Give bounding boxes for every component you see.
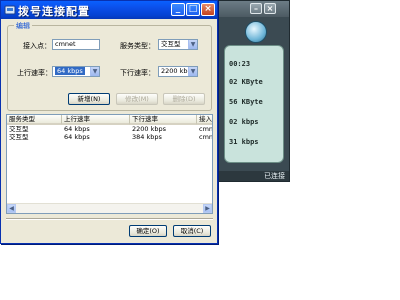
bg-close-button[interactable]: × xyxy=(264,3,276,14)
table-cell: cmnet xyxy=(199,126,213,133)
close-icon: × xyxy=(204,4,212,14)
upload-rate-label: 上行速率： xyxy=(17,69,52,77)
dialog-title: 拨号连接配置 xyxy=(18,5,90,18)
table-cell: 交互型 xyxy=(9,134,29,141)
delete-button[interactable]: 删除(D) xyxy=(163,93,205,105)
access-point-label: 接入点： xyxy=(23,42,51,50)
close-icon: × xyxy=(266,4,274,13)
minimize-icon: – xyxy=(254,4,258,13)
service-type-label: 服务类型： xyxy=(120,42,155,50)
table-header-upload-rate[interactable]: 上行速率 xyxy=(62,115,130,125)
access-point-input[interactable]: cmnet xyxy=(52,39,100,50)
table-header-download-rate[interactable]: 下行速率 xyxy=(130,115,197,125)
table-cell: 2200 kbps xyxy=(132,126,167,133)
service-type-select[interactable]: 交互型 ▼ xyxy=(158,39,198,50)
table-cell: 交互型 xyxy=(9,126,29,133)
add-button[interactable]: 新增(N) xyxy=(68,93,110,105)
table-header-access-point[interactable]: 接入点 xyxy=(197,115,212,125)
modify-button[interactable]: 修改(M) xyxy=(116,93,158,105)
divider xyxy=(6,218,213,220)
upload-rate-select[interactable]: 64 kbps ▼ xyxy=(52,66,100,77)
titlebar[interactable]: 拨号连接配置 _ □ × xyxy=(1,1,217,19)
search-icon[interactable] xyxy=(245,21,267,43)
scroll-left-icon[interactable]: ◀ xyxy=(7,204,16,213)
stats-row: 31 kbps xyxy=(229,138,259,146)
maximize-button[interactable]: □ xyxy=(186,3,200,16)
connection-timer: 00:23 xyxy=(229,60,251,68)
edit-group-label: 编辑 xyxy=(14,21,32,31)
table-cell: 64 kbps xyxy=(64,126,90,133)
table-header-service-type[interactable]: 服务类型 xyxy=(7,115,62,125)
download-rate-select[interactable]: 2200 kbps ▼ xyxy=(158,66,198,77)
background-titlebar: – × xyxy=(219,1,289,17)
close-button[interactable]: × xyxy=(201,3,215,16)
table-cell: 384 kbps xyxy=(132,134,162,141)
cancel-button[interactable]: 取消(C) xyxy=(173,225,211,237)
connection-stats-panel: 00:23 02 KByte 56 KByte 02 kbps 31 kbps xyxy=(224,45,284,163)
table-cell: 64 kbps xyxy=(64,134,90,141)
maximize-icon: □ xyxy=(188,4,198,14)
table-cell: cmnet xyxy=(199,134,213,141)
service-type-value: 交互型 xyxy=(161,40,181,48)
background-dialer-window: – × 00:23 02 KByte 56 KByte 02 kbps 31 k… xyxy=(218,0,290,182)
minimize-icon: _ xyxy=(175,4,181,14)
stats-row: 56 KByte xyxy=(229,98,263,106)
ok-button[interactable]: 确定(O) xyxy=(129,225,167,237)
dial-config-dialog: 拨号连接配置 _ □ × 编辑 接入点： cmnet 服务类型： 交互型 ▼ 上… xyxy=(0,0,218,244)
dropdown-arrow-icon[interactable]: ▼ xyxy=(188,67,197,76)
upload-rate-value: 64 kbps xyxy=(55,67,85,75)
stats-row: 02 KByte xyxy=(229,78,263,86)
minimize-button[interactable]: _ xyxy=(171,3,185,16)
dropdown-arrow-icon[interactable]: ▼ xyxy=(90,67,99,76)
dropdown-arrow-icon[interactable]: ▼ xyxy=(188,40,197,49)
edit-group: 编辑 接入点： cmnet 服务类型： 交互型 ▼ 上行速率： 64 kbps … xyxy=(7,21,212,111)
bg-minimize-button[interactable]: – xyxy=(250,3,262,14)
dialer-app-icon xyxy=(4,5,16,15)
scroll-right-icon[interactable]: ▶ xyxy=(203,204,212,213)
stats-row: 02 kbps xyxy=(229,118,259,126)
config-table[interactable]: 服务类型 上行速率 下行速率 接入点 交互型 64 kbps 2200 kbps… xyxy=(6,114,213,214)
download-rate-label: 下行速率： xyxy=(120,69,155,77)
status-bar: 已连接 xyxy=(219,171,289,181)
horizontal-scrollbar[interactable]: ◀ ▶ xyxy=(7,203,212,213)
